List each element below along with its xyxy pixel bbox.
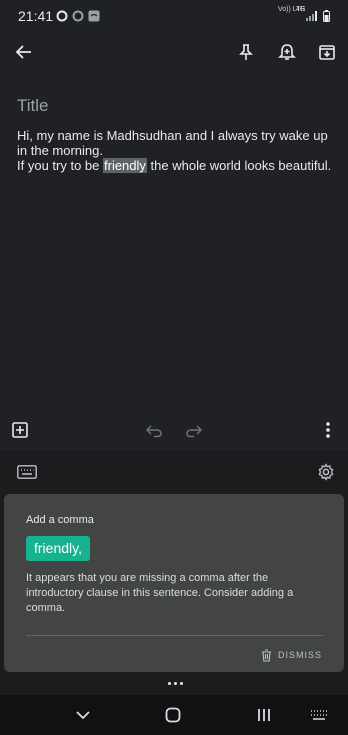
navigation-bar xyxy=(0,695,348,735)
back-button[interactable] xyxy=(10,38,38,66)
title-field[interactable]: Title xyxy=(17,96,49,116)
trash-icon xyxy=(261,648,271,662)
keyboard-icon xyxy=(311,710,327,720)
keyboard-toggle-button[interactable] xyxy=(14,460,40,484)
sync-circle-icon xyxy=(72,10,84,22)
note-text-before-highlight: If you try to be xyxy=(17,158,103,173)
wifi-box-icon xyxy=(88,10,100,22)
nav-recents-button[interactable] xyxy=(251,703,277,727)
dot xyxy=(174,682,177,685)
signal-icon xyxy=(306,11,317,21)
nav-back-button[interactable] xyxy=(70,703,96,727)
redo-icon xyxy=(186,425,203,438)
recents-icon xyxy=(258,709,270,721)
pin-button[interactable] xyxy=(232,38,260,66)
status-time: 21:41 xyxy=(18,8,54,24)
bell-plus-icon xyxy=(278,44,296,60)
note-body-field[interactable]: Hi, my name is Madhsudhan and I always t… xyxy=(17,128,337,173)
gear-icon xyxy=(318,463,334,481)
keyboard-icon xyxy=(17,465,37,479)
archive-icon xyxy=(319,45,335,60)
circle-icon xyxy=(56,10,68,22)
battery-icon xyxy=(323,10,330,22)
home-icon xyxy=(165,707,181,723)
suggestion-chip[interactable]: friendly, xyxy=(26,536,90,561)
page-indicator-dots xyxy=(168,682,183,685)
redo-button[interactable] xyxy=(182,418,206,442)
more-vert-icon xyxy=(326,422,330,438)
status-bar: 21:41 Vo)) LTE 4G xyxy=(0,0,348,32)
grammar-suggestion-card: Add a comma friendly, It appears that yo… xyxy=(4,494,344,672)
add-content-button[interactable] xyxy=(8,418,32,442)
dismiss-label: DISMISS xyxy=(277,650,322,660)
undo-button[interactable] xyxy=(142,418,166,442)
chevron-down-icon xyxy=(76,711,90,720)
more-options-button[interactable] xyxy=(316,418,340,442)
add-box-icon xyxy=(12,422,28,438)
dismiss-button[interactable]: DISMISS xyxy=(261,646,322,664)
network-type: 4G xyxy=(296,6,306,13)
pin-icon xyxy=(239,44,253,60)
archive-button[interactable] xyxy=(313,38,341,66)
nav-keyboard-button[interactable] xyxy=(306,703,332,727)
suggestion-description: It appears that you are missing a comma … xyxy=(26,572,294,614)
note-text-after-highlight: the whole world looks beautiful. xyxy=(146,158,332,173)
note-body-line-2: If you try to be friendly the whole worl… xyxy=(17,158,337,173)
divider xyxy=(26,635,323,636)
suggestion-title: Add a comma xyxy=(26,514,94,526)
nav-home-button[interactable] xyxy=(160,703,186,727)
note-body-line-1: Hi, my name is Madhsudhan and I always t… xyxy=(17,128,328,158)
dot xyxy=(180,682,183,685)
dot xyxy=(168,682,171,685)
undo-icon xyxy=(145,425,162,438)
reminder-button[interactable] xyxy=(273,38,301,66)
arrow-left-icon xyxy=(15,45,31,59)
highlighted-word[interactable]: friendly xyxy=(103,158,147,173)
settings-button[interactable] xyxy=(314,460,338,484)
